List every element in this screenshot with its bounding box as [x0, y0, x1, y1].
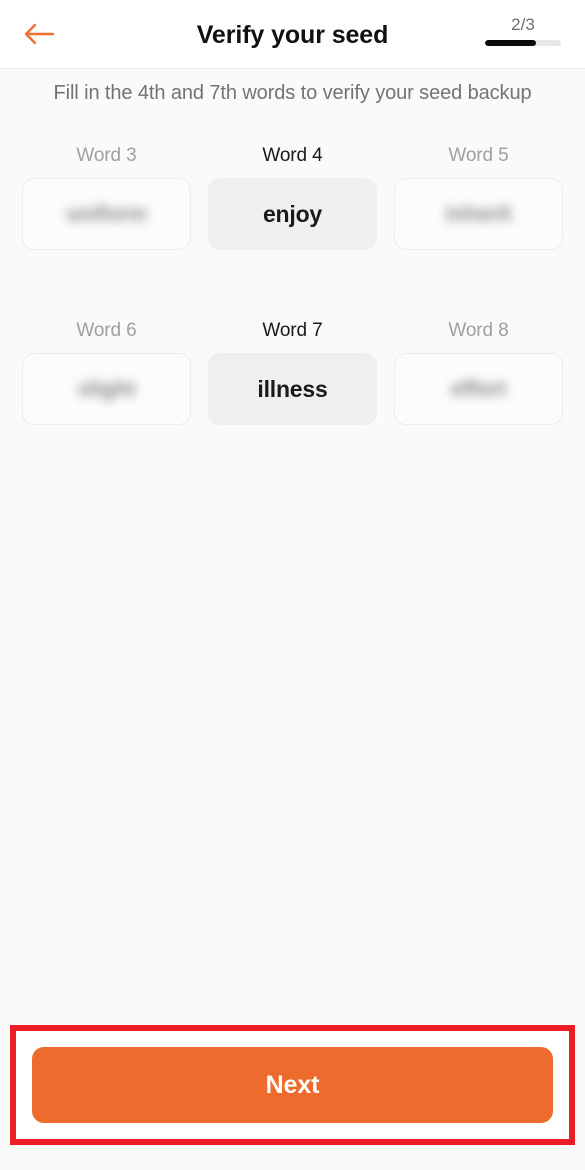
- word-input-6[interactable]: slight: [22, 353, 191, 425]
- word-input-5[interactable]: inherit: [394, 178, 563, 250]
- word-row-2: Word 6 slight Word 7 illness Word 8 effo…: [22, 320, 563, 425]
- word-value-7: illness: [257, 375, 328, 402]
- next-button-highlight: Next: [10, 1025, 575, 1145]
- word-label-6: Word 6: [76, 320, 137, 341]
- word-cell-4: Word 4 enjoy: [208, 145, 377, 250]
- next-button[interactable]: Next: [32, 1047, 553, 1123]
- verify-seed-screen: Verify your seed 2/3 Fill in the 4th and…: [0, 0, 585, 1170]
- word-input-4[interactable]: enjoy: [208, 178, 377, 250]
- word-cell-3: Word 3 uniform: [22, 145, 191, 250]
- word-value-6: slight: [77, 376, 136, 401]
- word-cell-5: Word 5 inherit: [394, 145, 563, 250]
- word-label-3: Word 3: [76, 145, 137, 166]
- word-row-1: Word 3 uniform Word 4 enjoy Word 5 inher…: [22, 145, 563, 250]
- word-input-8[interactable]: effort: [394, 353, 563, 425]
- word-label-4: Word 4: [262, 145, 323, 166]
- word-value-8: effort: [450, 376, 506, 401]
- word-value-3: uniform: [66, 201, 147, 226]
- word-label-5: Word 5: [448, 145, 509, 166]
- progress-indicator: 2/3: [485, 14, 561, 46]
- next-button-label: Next: [265, 1070, 320, 1099]
- progress-label: 2/3: [511, 15, 535, 34]
- word-input-3[interactable]: uniform: [22, 178, 191, 250]
- instruction-text: Fill in the 4th and 7th words to verify …: [53, 82, 532, 104]
- word-cell-7: Word 7 illness: [208, 320, 377, 425]
- word-label-7: Word 7: [262, 320, 323, 341]
- progress-track: [485, 40, 561, 46]
- word-cell-6: Word 6 slight: [22, 320, 191, 425]
- progress-fill: [485, 40, 536, 46]
- word-input-7[interactable]: illness: [208, 353, 377, 425]
- word-cell-8: Word 8 effort: [394, 320, 563, 425]
- word-value-4: enjoy: [262, 200, 323, 227]
- word-label-8: Word 8: [448, 320, 509, 341]
- app-header: Verify your seed 2/3: [0, 0, 585, 69]
- word-value-5: inherit: [445, 201, 512, 226]
